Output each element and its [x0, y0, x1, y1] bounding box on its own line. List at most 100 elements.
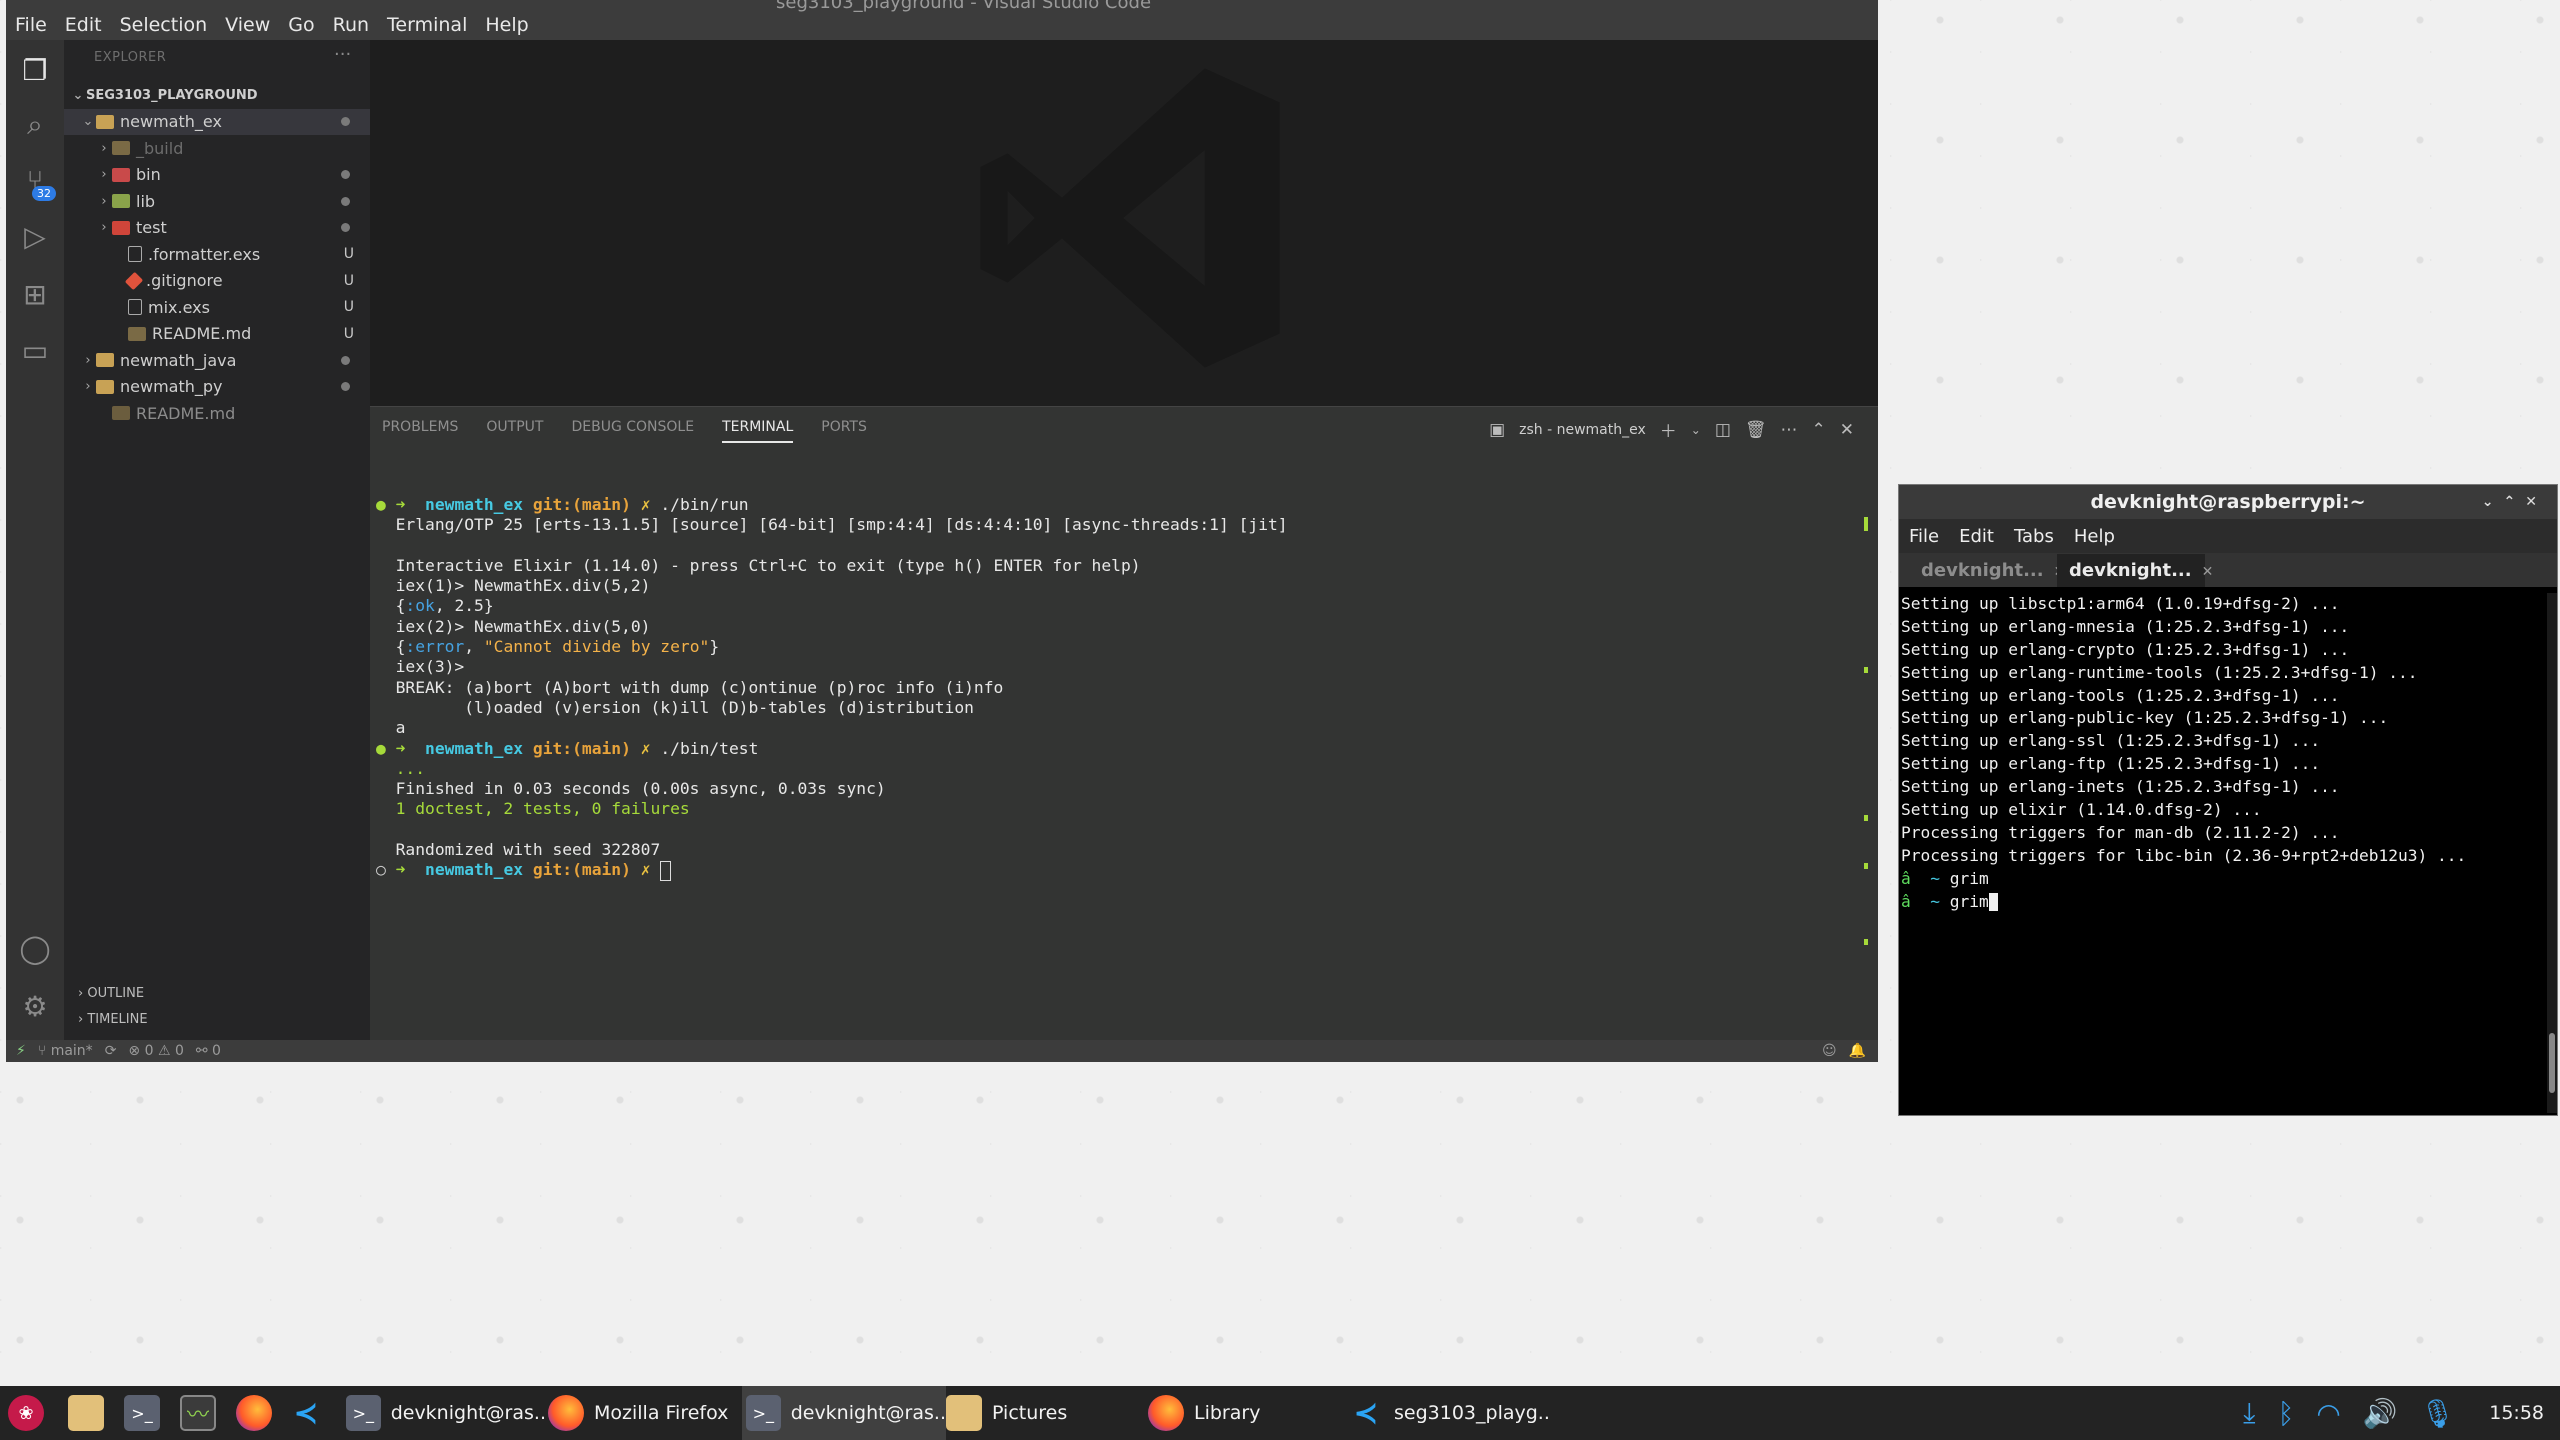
status-bar: ⚡ ⑂ main* ⟳ ⊗ 0 ⚠ 0 ⚯ 0 ☺ 🔔 [6, 1040, 1878, 1062]
activity-bar: ❐ ⌕ ⑂ 32 ▷ ⊞ ▭ ◯ ⚙ 1 [6, 40, 64, 1061]
tree-folder-newmath-py[interactable]: › newmath_py [64, 374, 370, 401]
close-tab-icon[interactable]: ✕ [2202, 564, 2214, 580]
tree-file-formatter[interactable]: .formatter.exs U [64, 241, 370, 268]
minimize-icon[interactable]: ⌄ [2482, 494, 2504, 510]
explorer-icon[interactable]: ❐ [18, 54, 52, 88]
trash-icon[interactable]: 🗑 [1745, 420, 1767, 440]
extensions-icon[interactable]: ⊞ [18, 278, 52, 312]
workspace-root[interactable]: ⌄ SEG3103_PLAYGROUND [64, 82, 370, 109]
tree-file-mix[interactable]: mix.exs U [64, 294, 370, 321]
new-terminal-icon[interactable]: ＋ [1660, 417, 1677, 442]
copilot-icon[interactable]: ☺ [1822, 1043, 1837, 1059]
scrollbar-thumb[interactable] [2549, 1033, 2555, 1093]
git-icon [124, 271, 144, 290]
raspberry-menu-button[interactable]: ❀ [8, 1386, 54, 1440]
taskbar-window-pictures[interactable]: Pictures [946, 1386, 1136, 1440]
tree-folder-build[interactable]: › _build [64, 135, 370, 162]
markdown-icon [112, 406, 130, 421]
sync-icon[interactable]: ⟳ [105, 1043, 117, 1059]
folder-icon [946, 1395, 982, 1431]
launcher-terminal[interactable]: >_ [124, 1386, 170, 1440]
split-terminal-icon[interactable]: ◫ [1715, 420, 1731, 440]
run-debug-icon[interactable]: ▷ [18, 220, 52, 254]
maximize-icon[interactable]: ⌃ [2504, 494, 2526, 510]
menu-selection[interactable]: Selection [111, 10, 217, 40]
tree-folder-newmath-ex[interactable]: ⌄ newmath_ex [64, 108, 370, 135]
firefox-icon [236, 1395, 272, 1431]
search-icon[interactable]: ⌕ [18, 108, 52, 142]
menu-view[interactable]: View [216, 10, 279, 40]
close-icon[interactable]: ✕ [2525, 494, 2547, 510]
account-icon[interactable]: ◯ [18, 932, 52, 966]
tab-debug-console[interactable]: DEBUG CONSOLE [571, 419, 694, 443]
launcher-task-manager[interactable]: 〰 [180, 1386, 226, 1440]
settings-gear-icon[interactable]: ⚙ [18, 990, 52, 1024]
menu-edit[interactable]: Edit [56, 10, 111, 40]
tab-problems[interactable]: PROBLEMS [382, 419, 458, 443]
terminal-icon: >_ [124, 1395, 160, 1431]
chevron-down-icon[interactable]: ⌄ [1691, 423, 1701, 437]
menu-go[interactable]: Go [279, 10, 323, 40]
maximize-panel-icon[interactable]: ⌃ [1812, 420, 1826, 440]
terminal-line: Processing triggers for man-db (2.11.2-2… [1901, 822, 2340, 842]
tree-file-gitignore[interactable]: .gitignore U [64, 268, 370, 295]
taskbar-window-terminal-2[interactable]: >_ devknight@ras.. [742, 1386, 946, 1440]
file-icon [128, 299, 142, 316]
taskbar-window-vscode[interactable]: ≺ seg3103_playg.. [1348, 1386, 1568, 1440]
update-download-icon[interactable]: ⤓ [2243, 1396, 2255, 1430]
taskbar-window-library[interactable]: Library [1148, 1386, 1338, 1440]
explorer-header: EXPLORER [94, 50, 167, 65]
timeline-section[interactable]: › TIMELINE [78, 1012, 148, 1027]
tree-folder-bin[interactable]: › bin [64, 162, 370, 189]
microphone-icon[interactable]: 🎙 [2420, 1397, 2456, 1430]
launcher-vscode[interactable]: ≺ [288, 1386, 334, 1440]
terminal-shell-label[interactable]: zsh - newmath_ex [1519, 422, 1646, 438]
menu-file[interactable]: File [6, 10, 56, 40]
tree-folder-test[interactable]: › test [64, 215, 370, 242]
vscode-watermark-logo [980, 68, 1280, 368]
taskbar-window-terminal-1[interactable]: >_ devknight@ras.. [346, 1386, 546, 1440]
menu-help[interactable]: Help [476, 10, 537, 40]
menu-tabs[interactable]: Tabs [2004, 526, 2064, 547]
ports-status[interactable]: ⚯ 0 [196, 1043, 221, 1059]
bluetooth-icon[interactable]: ᛒ [2278, 1397, 2295, 1430]
more-actions-icon[interactable]: ⋯ [1781, 420, 1798, 440]
tab-ports[interactable]: PORTS [821, 419, 867, 443]
problems-status[interactable]: ⊗ 0 ⚠ 0 [128, 1043, 183, 1059]
editor-area[interactable] [370, 40, 1878, 406]
menu-edit[interactable]: Edit [1949, 526, 2004, 547]
close-icon[interactable]: ✕ [1840, 420, 1854, 440]
menu-help[interactable]: Help [2064, 526, 2125, 547]
lxterminal-title: devknight@raspberrypi:~ [2090, 491, 2366, 513]
volume-icon[interactable]: 🔊 [2363, 1397, 2398, 1430]
tree-file-root-readme[interactable]: README.md [64, 400, 370, 427]
clock[interactable]: 15:58 [2489, 1402, 2544, 1424]
tree-folder-lib[interactable]: › lib [64, 188, 370, 215]
remote-icon[interactable]: ⚡ [16, 1043, 26, 1059]
integrated-terminal[interactable]: ● ➜ newmath_ex git:(main) ✗ ./bin/run Er… [376, 495, 1856, 881]
tree-folder-newmath-java[interactable]: › newmath_java [64, 347, 370, 374]
tab-terminal[interactable]: TERMINAL [722, 419, 794, 443]
branch-status[interactable]: ⑂ main* [38, 1043, 93, 1059]
file-icon [128, 246, 142, 263]
remote-explorer-icon[interactable]: ▭ [18, 334, 52, 368]
menu-terminal[interactable]: Terminal [378, 10, 476, 40]
bell-icon[interactable]: 🔔 [1849, 1043, 1866, 1059]
explorer-more-button[interactable]: ··· [334, 44, 351, 65]
terminal-tab-2[interactable]: devknight... ✕ [2057, 554, 2213, 587]
launcher-file-manager[interactable] [68, 1386, 114, 1440]
menu-file[interactable]: File [1899, 526, 1949, 547]
terminal-line: {:error, "Cannot divide by zero"} [395, 637, 720, 657]
lxterminal-output[interactable]: Setting up libsctp1:arm64 (1.0.19+dfsg-2… [1901, 593, 2466, 913]
scrollbar[interactable] [2547, 593, 2557, 1113]
lxterminal-titlebar[interactable]: devknight@raspberrypi:~ ⌄⌃✕ [1899, 485, 2557, 519]
vscode-titlebar: seg3103_playground - Visual Studio Code … [6, 0, 1878, 40]
launcher-firefox[interactable] [236, 1386, 282, 1440]
wifi-icon[interactable]: ◠ [2316, 1397, 2340, 1430]
taskbar-window-firefox[interactable]: Mozilla Firefox [548, 1386, 738, 1440]
outline-section[interactable]: › OUTLINE [78, 986, 144, 1001]
terminal-tab-1[interactable]: devknight...✕ [1909, 554, 2065, 587]
tab-output[interactable]: OUTPUT [486, 419, 543, 443]
tree-file-readme[interactable]: README.md U [64, 321, 370, 348]
menu-run[interactable]: Run [324, 10, 378, 40]
